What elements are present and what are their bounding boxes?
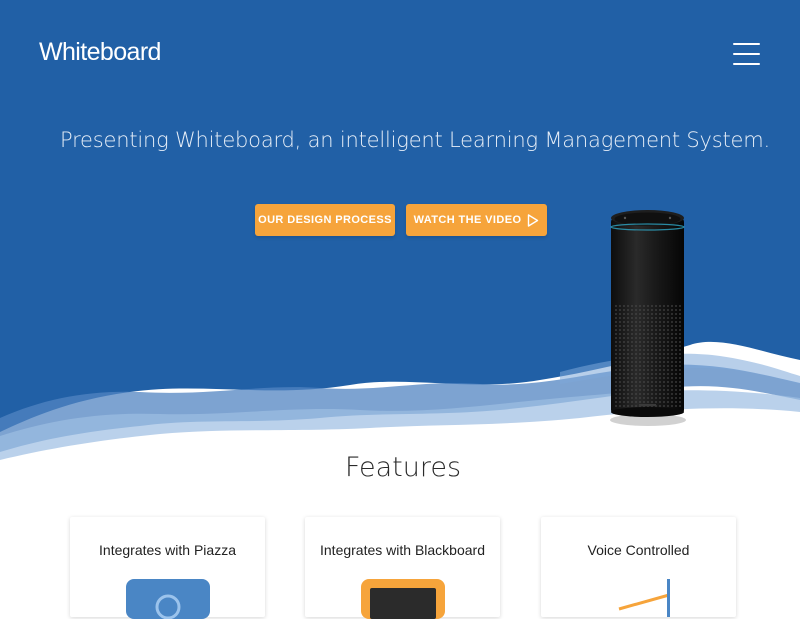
design-process-label: OUR DESIGN PROCESS <box>258 214 392 226</box>
hamburger-menu-icon[interactable] <box>733 43 760 65</box>
feature-card-title: Integrates with Piazza <box>99 542 236 558</box>
watch-video-label: WATCH THE VIDEO <box>413 214 522 226</box>
feature-card-voice[interactable]: Voice Controlled <box>541 517 736 617</box>
watch-video-button[interactable]: WATCH THE VIDEO <box>406 204 547 236</box>
piazza-app-icon <box>126 579 210 619</box>
design-process-button[interactable]: OUR DESIGN PROCESS <box>255 204 395 236</box>
play-icon <box>528 213 539 227</box>
hero-tagline: Presenting Whiteboard, an intelligent Le… <box>59 128 771 152</box>
blackboard-app-icon <box>361 579 445 619</box>
smart-speaker-image <box>610 210 686 426</box>
logo[interactable]: Whiteboard <box>39 38 161 67</box>
features-title: Features <box>344 452 462 483</box>
feature-card-title: Integrates with Blackboard <box>320 542 485 558</box>
voice-wave-icon <box>618 579 670 617</box>
feature-card-blackboard[interactable]: Integrates with Blackboard <box>305 517 500 619</box>
feature-card-title: Voice Controlled <box>587 542 690 558</box>
feature-card-piazza[interactable]: Integrates with Piazza <box>70 517 265 619</box>
hero-section: Whiteboard Presenting Whiteboard, an int… <box>0 0 800 460</box>
